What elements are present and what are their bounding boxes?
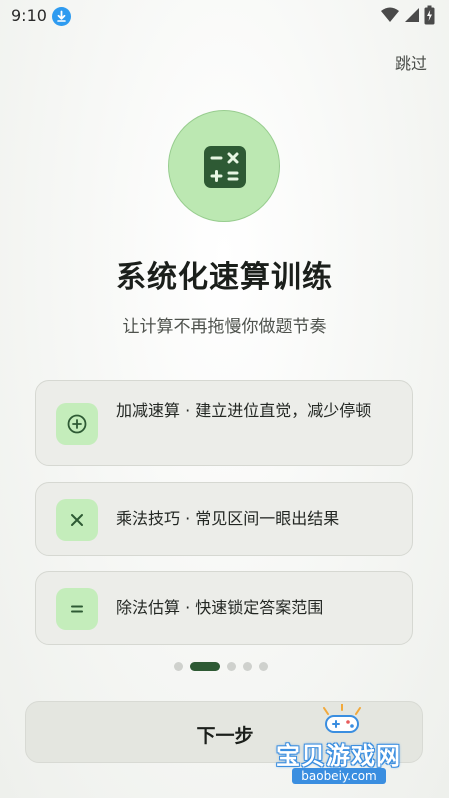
feature-card-multiplication: 乘法技巧 · 常见区间一眼出结果 [35, 482, 413, 556]
system-status-icons [380, 5, 435, 25]
calculator-icon [204, 146, 246, 188]
watermark-url: baobeiy.com [292, 768, 386, 784]
page-subtitle: 让计算不再拖慢你做题节奏 [122, 317, 327, 337]
watermark: 宝贝游戏网 baobeiy.com [272, 700, 422, 786]
feature-text: 加减速算 · 建立进位直觉，减少停顿 [116, 401, 372, 420]
download-notification-icon [52, 7, 71, 26]
page-dot[interactable] [259, 661, 268, 671]
watermark-name: 宝贝游戏网 [276, 742, 401, 770]
page-title: 系统化速算训练 [116, 260, 333, 295]
hero-illustration [168, 110, 280, 222]
feature-text: 乘法技巧 · 常见区间一眼出结果 [116, 509, 340, 528]
page-dot[interactable] [243, 661, 252, 671]
page-indicator [174, 660, 268, 672]
page-dot-active[interactable] [190, 661, 220, 671]
page-dot[interactable] [227, 661, 236, 671]
gamepad-icon [323, 704, 361, 733]
status-time: 9:10 [11, 6, 47, 25]
feature-card-division: 除法估算 · 快速锁定答案范围 [35, 571, 413, 645]
status-bar: 9:10 [0, 0, 449, 32]
battery-icon [424, 5, 435, 25]
skip-button[interactable]: 跳过 [395, 50, 427, 74]
multiply-icon [56, 499, 98, 541]
plus-circle-icon [56, 403, 98, 445]
wifi-icon [381, 7, 399, 22]
page-dot[interactable] [174, 661, 183, 671]
equals-icon [56, 588, 98, 630]
feature-text: 除法估算 · 快速锁定答案范围 [116, 598, 324, 617]
signal-icon [405, 8, 419, 22]
feature-card-addition: 加减速算 · 建立进位直觉，减少停顿 [35, 380, 413, 466]
